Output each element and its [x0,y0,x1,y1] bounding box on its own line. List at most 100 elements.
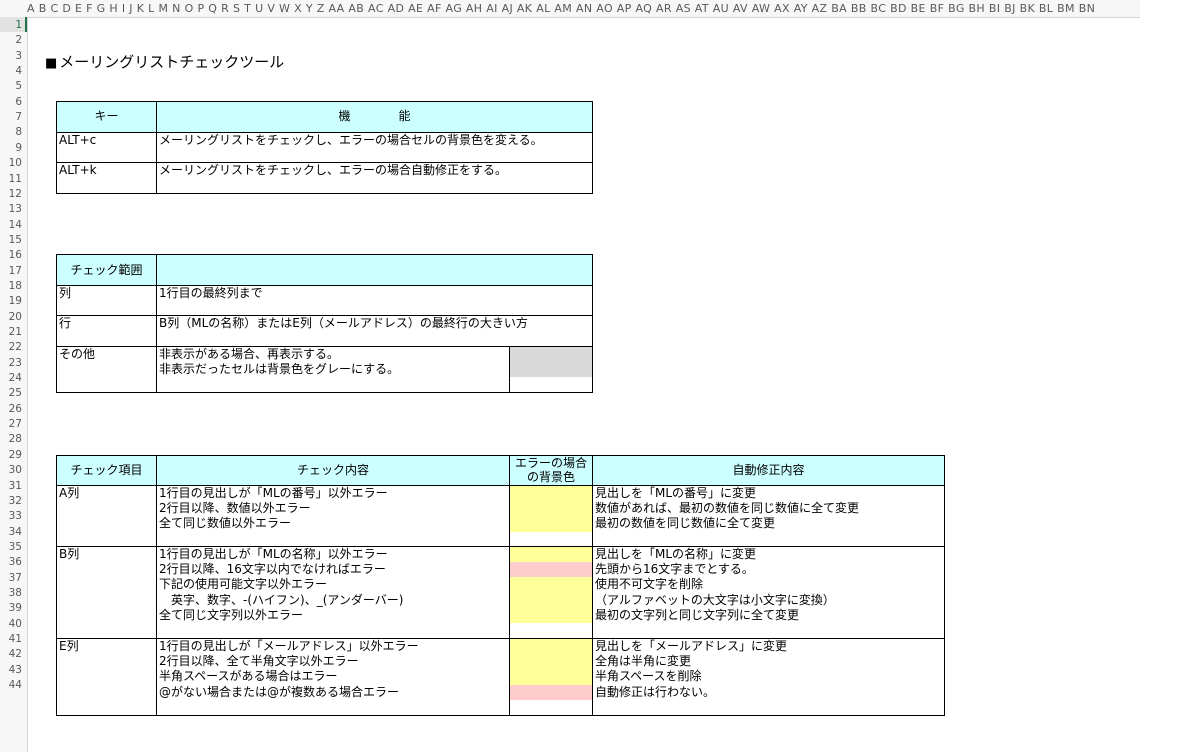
check-content-line[interactable]: 2行目以降、数値以外エラー [159,501,311,516]
range-value[interactable]: B列（MLの名称）またはE列（メールアドレス）の最終行の大きい方 [159,316,528,331]
header-error-bg[interactable]: エラーの場合 [510,456,592,471]
row-number[interactable]: 26 [0,402,22,417]
row-number[interactable]: 16 [0,248,22,263]
row-number[interactable]: 8 [0,125,22,140]
auto-fix-line[interactable]: 自動修正は行わない。 [595,685,715,700]
row-number[interactable]: 7 [0,110,22,125]
row-number[interactable]: 28 [0,432,22,447]
row-number[interactable]: 34 [0,525,22,540]
row-number[interactable]: 10 [0,156,22,171]
check-content-line[interactable]: 1行目の見出しが「MLの番号」以外エラー [159,486,388,501]
check-item-label[interactable]: A列 [59,486,79,501]
header-check-item[interactable]: チェック項目 [57,463,156,478]
row-number[interactable]: 27 [0,417,22,432]
row-number[interactable]: 20 [0,310,22,325]
row-number[interactable]: 37 [0,571,22,586]
row-number[interactable]: 35 [0,540,22,555]
check-content-line[interactable]: 下記の使用可能文字以外エラー [159,577,327,592]
row-number[interactable]: 36 [0,555,22,570]
row-number[interactable]: 33 [0,509,22,524]
row-number[interactable]: 17 [0,264,22,279]
check-content-line[interactable]: 全て同じ数値以外エラー [159,516,291,531]
shortcut-key[interactable]: ALT+k [59,163,97,178]
row-number[interactable]: 1 [0,18,22,33]
check-content-line[interactable]: 1行目の見出しが「MLの名称」以外エラー [159,547,388,562]
shortcut-description[interactable]: メーリングリストをチェックし、エラーの場合自動修正をする。 [159,163,507,178]
row-number[interactable]: 18 [0,279,22,294]
row-number[interactable]: 31 [0,479,22,494]
check-item-label[interactable]: E列 [59,639,79,654]
range-divider [156,254,157,393]
row-number[interactable]: 40 [0,617,22,632]
row-number[interactable]: 13 [0,202,22,217]
row-number[interactable]: 25 [0,386,22,401]
row-number[interactable]: 6 [0,95,22,110]
shortcut-key[interactable]: ALT+c [59,133,96,148]
auto-fix-line[interactable]: 最初の文字列と同じ文字列に全て変更 [595,608,799,623]
auto-fix-line[interactable]: 使用不可文字を削除 [595,577,703,592]
check-content-line[interactable]: 全て同じ文字列以外エラー [159,608,303,623]
row-number[interactable]: 23 [0,356,22,371]
header-function[interactable]: 機 能 [157,109,592,124]
check-content-line[interactable]: 2行目以降、16文字以内でなければエラー [159,562,386,577]
row-number[interactable]: 21 [0,325,22,340]
row-number[interactable]: 15 [0,233,22,248]
row-number[interactable]: 39 [0,601,22,616]
row-number[interactable]: 38 [0,586,22,601]
page-title: ■ メーリングリストチェックツール [45,51,284,72]
auto-fix-line[interactable]: 見出しを「MLの番号」に変更 [595,486,756,501]
row-number[interactable]: 42 [0,647,22,662]
row-number[interactable]: 19 [0,294,22,309]
auto-fix-line[interactable]: 見出しを「MLの名称」に変更 [595,547,756,562]
column-header-bar[interactable]: A B C D E F G H I J K L M N O P Q R S T … [0,0,1140,18]
row-number[interactable]: 9 [0,141,22,156]
header-key[interactable]: キー [57,109,156,124]
row-number[interactable]: 14 [0,218,22,233]
header-auto-fix[interactable]: 自動修正内容 [593,463,944,478]
check-content-line[interactable]: 半角スペースがある場合はエラー [159,669,338,684]
checks-divider [592,455,593,716]
range-value[interactable]: 非表示がある場合、再表示する。 [159,347,339,362]
title-text: メーリングリストチェックツール [59,53,285,71]
range-divider [509,346,510,393]
range-label-column[interactable]: 列 [59,286,71,301]
row-number[interactable]: 22 [0,340,22,355]
range-value[interactable]: 非表示だったセルは背景色をグレーにする。 [159,362,399,377]
check-content-line[interactable]: @がない場合または@が複数ある場合エラー [159,685,399,700]
check-content-line[interactable]: 英字、数字、-(ハイフン)、_(アンダーバー) [159,593,403,608]
row-number[interactable]: 12 [0,187,22,202]
row-number[interactable]: 5 [0,79,22,94]
row-number[interactable]: 4 [0,64,22,79]
row-number[interactable]: 32 [0,494,22,509]
row-number[interactable]: 30 [0,463,22,478]
range-header[interactable]: チェック範囲 [57,263,156,278]
range-label-row[interactable]: 行 [59,316,71,331]
auto-fix-line[interactable]: 先頭から16文字までとする。 [595,562,754,577]
row-number[interactable]: 11 [0,172,22,187]
row-number[interactable]: 24 [0,371,22,386]
auto-fix-line[interactable]: 全角は半角に変更 [595,654,691,669]
checks-divider [509,455,510,716]
row-number[interactable]: 3 [0,49,22,64]
auto-fix-line[interactable]: 最初の数値を同じ数値に全て変更 [595,516,775,531]
auto-fix-line[interactable]: 半角スペースを削除 [595,669,702,684]
auto-fix-line[interactable]: 見出しを「メールアドレス」に変更 [595,639,787,654]
check-content-line[interactable]: 1行目の見出しが「メールアドレス」以外エラー [159,639,419,654]
shortcut-description[interactable]: メーリングリストをチェックし、エラーの場合セルの背景色を変える。 [159,133,543,148]
check-item-label[interactable]: B列 [59,547,79,562]
range-label-other[interactable]: その他 [59,347,95,362]
auto-fix-line[interactable]: 数値があれば、最初の数値を同じ数値に全て変更 [595,501,859,516]
row-number[interactable]: 29 [0,448,22,463]
header-error-bg[interactable]: の背景色 [510,470,592,485]
row-number[interactable]: 43 [0,663,22,678]
column-header-labels[interactable]: A B C D E F G H I J K L M N O P Q R S T … [27,2,1095,15]
auto-fix-line[interactable]: （アルファベットの大文字は小文字に変換） [595,593,835,608]
row-number[interactable]: 2 [0,33,22,48]
range-value[interactable]: 1行目の最終列まで [159,286,263,301]
row-number[interactable]: 41 [0,632,22,647]
checks-divider [156,455,157,716]
range-rule [56,285,593,286]
header-check-content[interactable]: チェック内容 [157,463,509,478]
row-number[interactable]: 44 [0,678,22,693]
check-content-line[interactable]: 2行目以降、全て半角文字以外エラー [159,654,359,669]
